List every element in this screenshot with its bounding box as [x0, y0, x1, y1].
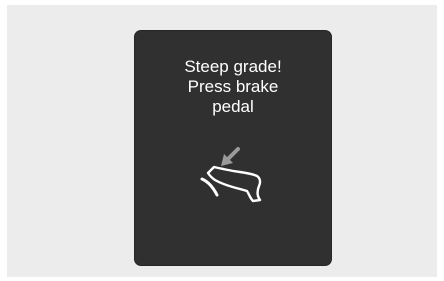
pedal-arc [200, 177, 219, 197]
warning-message: Steep grade! Press brake pedal [135, 57, 331, 117]
warning-line-1: Steep grade! [184, 57, 282, 76]
background-frame: Steep grade! Press brake pedal [7, 5, 437, 277]
warning-line-2: Press brake [187, 77, 279, 96]
warning-line-3: pedal [212, 97, 254, 116]
cluster-display: Steep grade! Press brake pedal [135, 31, 331, 265]
press-arrow-icon [221, 147, 240, 166]
brake-pedal-icon [200, 147, 262, 203]
